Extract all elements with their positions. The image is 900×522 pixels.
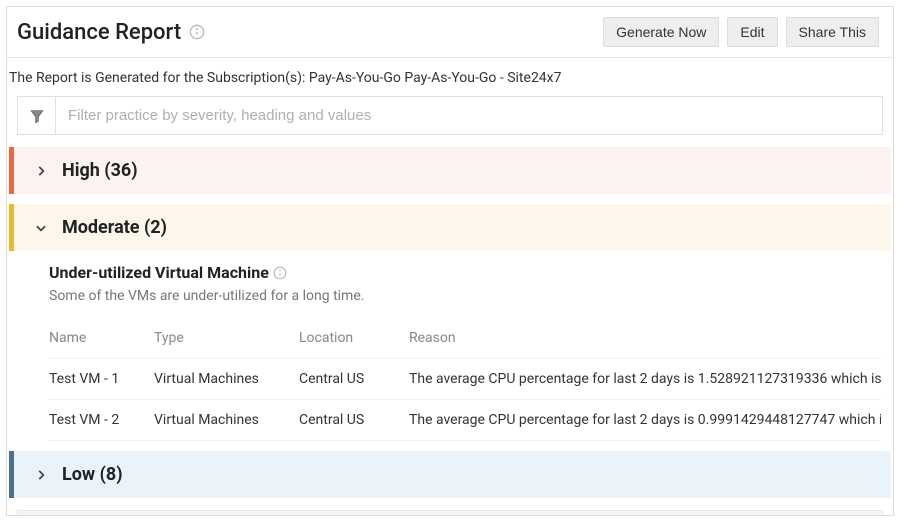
info-icon [189, 24, 205, 40]
cell-type: Virtual Machines [154, 371, 299, 387]
col-reason: Reason [409, 330, 881, 346]
section-high-label: High (36) [62, 160, 138, 181]
chevron-down-icon [34, 221, 48, 235]
section-moderate[interactable]: Moderate (2) [9, 204, 891, 251]
report-footer[interactable]: This Report was generated on Feb 15, 202… [17, 510, 883, 516]
filter-bar [17, 96, 883, 135]
cell-type: Virtual Machines [154, 412, 299, 428]
table-row: Test VM - 1 Virtual Machines Central US … [49, 359, 881, 400]
practice-block: Under-utilized Virtual Machine Some of t… [9, 251, 891, 310]
section-low[interactable]: Low (8) [9, 451, 891, 498]
section-high[interactable]: High (36) [9, 147, 891, 194]
section-low-label: Low (8) [62, 464, 123, 485]
section-moderate-label: Moderate (2) [62, 217, 167, 238]
subscription-text: The Report is Generated for the Subscrip… [7, 58, 893, 96]
page-title: Guidance Report [17, 20, 181, 45]
chevron-right-icon [34, 468, 48, 482]
guidance-report-page: Guidance Report Generate Now Edit Share … [6, 6, 894, 516]
practice-description: Some of the VMs are under-utilized for a… [49, 288, 881, 304]
col-type: Type [154, 330, 299, 346]
table-row: Test VM - 2 Virtual Machines Central US … [49, 400, 881, 441]
cell-reason: The average CPU percentage for last 2 da… [409, 412, 881, 428]
filter-icon-box[interactable] [18, 97, 56, 134]
share-this-button[interactable]: Share This [786, 17, 879, 47]
practice-title: Under-utilized Virtual Machine [49, 263, 287, 282]
title-block: Guidance Report [17, 20, 205, 45]
table-header-row: Name Type Location Reason [49, 318, 881, 359]
cell-location: Central US [299, 412, 409, 428]
cell-location: Central US [299, 371, 409, 387]
filter-input[interactable] [56, 97, 882, 134]
cell-name: Test VM - 2 [49, 412, 154, 428]
edit-button[interactable]: Edit [727, 17, 777, 47]
severity-sections: High (36) Moderate (2) Under-utilized Vi… [7, 147, 893, 498]
info-icon [273, 266, 287, 280]
col-location: Location [299, 330, 409, 346]
generate-now-button[interactable]: Generate Now [603, 17, 719, 47]
col-name: Name [49, 330, 154, 346]
cell-name: Test VM - 1 [49, 371, 154, 387]
chevron-right-icon [34, 164, 48, 178]
practice-title-text: Under-utilized Virtual Machine [49, 263, 269, 282]
funnel-icon [29, 108, 45, 124]
cell-reason: The average CPU percentage for last 2 da… [409, 371, 881, 387]
header-buttons: Generate Now Edit Share This [603, 17, 879, 47]
resource-table: Name Type Location Reason Test VM - 1 Vi… [9, 310, 891, 441]
page-header: Guidance Report Generate Now Edit Share … [7, 7, 893, 58]
